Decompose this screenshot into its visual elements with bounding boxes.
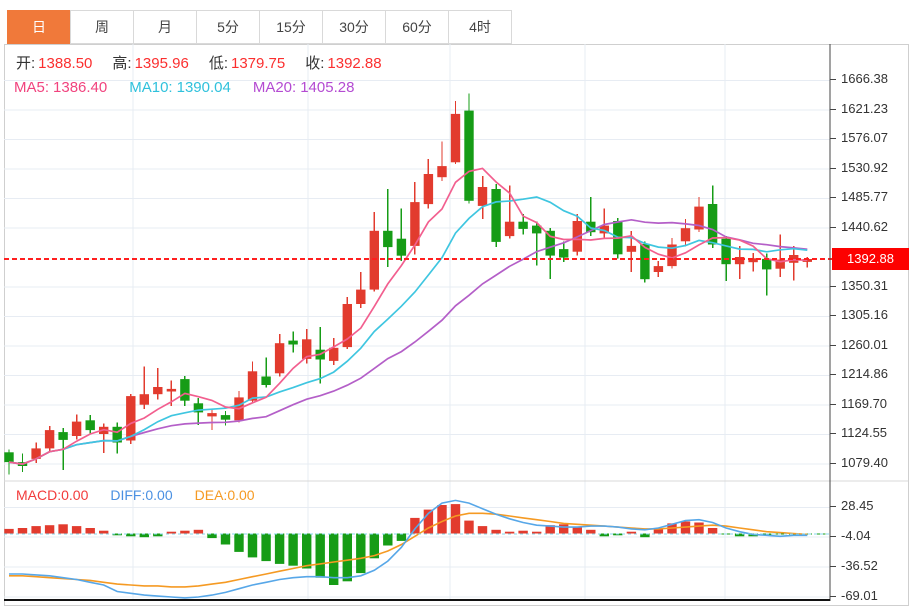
tab-5min[interactable]: 5分 [196,10,260,44]
axis-tick-label: 1485.77 [830,189,888,204]
tab-60min[interactable]: 60分 [385,10,449,44]
ma5-label: MA5: [14,79,50,96]
tab-4hour[interactable]: 4时 [448,10,512,44]
close-label: 收: [305,55,325,72]
ma20-value: 1405.28 [300,79,355,96]
diff-value: 0.00 [145,487,173,503]
axis-tick-label: 1530.92 [830,160,888,175]
axis-tick-label: 28.45 [830,498,874,513]
axis-tick-label: 1079.40 [830,455,888,470]
open-value: 1388.50 [38,55,93,72]
macd-values-row: MACD:0.00 DIFF:0.00 DEA:0.00 [16,487,255,503]
tab-15min[interactable]: 15分 [259,10,323,44]
axis-tick-label: 1124.55 [830,425,887,440]
low-label: 低: [208,55,228,72]
ma10-label: MA10: [129,79,173,96]
axis-tick-label: -4.04 [830,528,871,543]
low-value: 1379.75 [230,55,286,72]
axis-tick-label: 1666.38 [830,71,888,86]
price-axis: 1666.38 1621.23 1576.07 1530.92 1485.77 1440.… [830,0,912,609]
axis-tick-label: -36.52 [830,558,878,573]
dea-label: DEA: [194,487,228,503]
current-price-tag: 1392.88 [832,248,909,270]
tab-30min[interactable]: 30分 [322,10,386,44]
axis-tick-label: 1169.70 [830,396,887,411]
ma5-value: 1386.40 [53,79,108,96]
high-label: 高: [112,55,132,72]
macd-label: MACD: [16,487,62,503]
axis-tick-label: 1621.23 [830,101,888,116]
axis-tick-label: 1260.01 [830,337,888,352]
period-tabbar: 日 周 月 5分 15分 30分 60分 4时 [7,10,512,44]
open-label: 开: [16,55,36,72]
axis-tick-label: 1350.31 [830,278,888,293]
axis-tick-label: 1214.86 [830,366,888,381]
axis-tick-label: 1440.62 [830,219,888,234]
high-value: 1395.96 [134,55,189,72]
axis-tick-label: 1305.16 [830,307,888,322]
ma20-label: MA20: [252,79,297,96]
axis-tick-label: -69.01 [830,588,878,603]
diff-label: DIFF: [110,487,146,503]
tab-month[interactable]: 月 [133,10,197,44]
close-value: 1392.88 [327,55,382,72]
kline-chart-widget: 日 周 月 5分 15分 30分 60分 4时 开: 1388.50 高: 1395… [0,0,912,609]
axis-tick-label: 1576.07 [830,130,888,145]
tab-day[interactable]: 日 [7,10,71,44]
macd-value: 0.00 [61,487,89,503]
tab-week[interactable]: 周 [70,10,134,44]
ohlc-info-row: 开: 1388.50 高: 1395.96 低: 1379.75 收: 1392.88 [16,52,382,73]
ma-values-row: MA5: 1386.40 MA10: 1390.04 MA20: 1405.28 [14,79,354,96]
dea-value: 0.00 [227,487,255,503]
ma10-value: 1390.04 [176,79,231,96]
